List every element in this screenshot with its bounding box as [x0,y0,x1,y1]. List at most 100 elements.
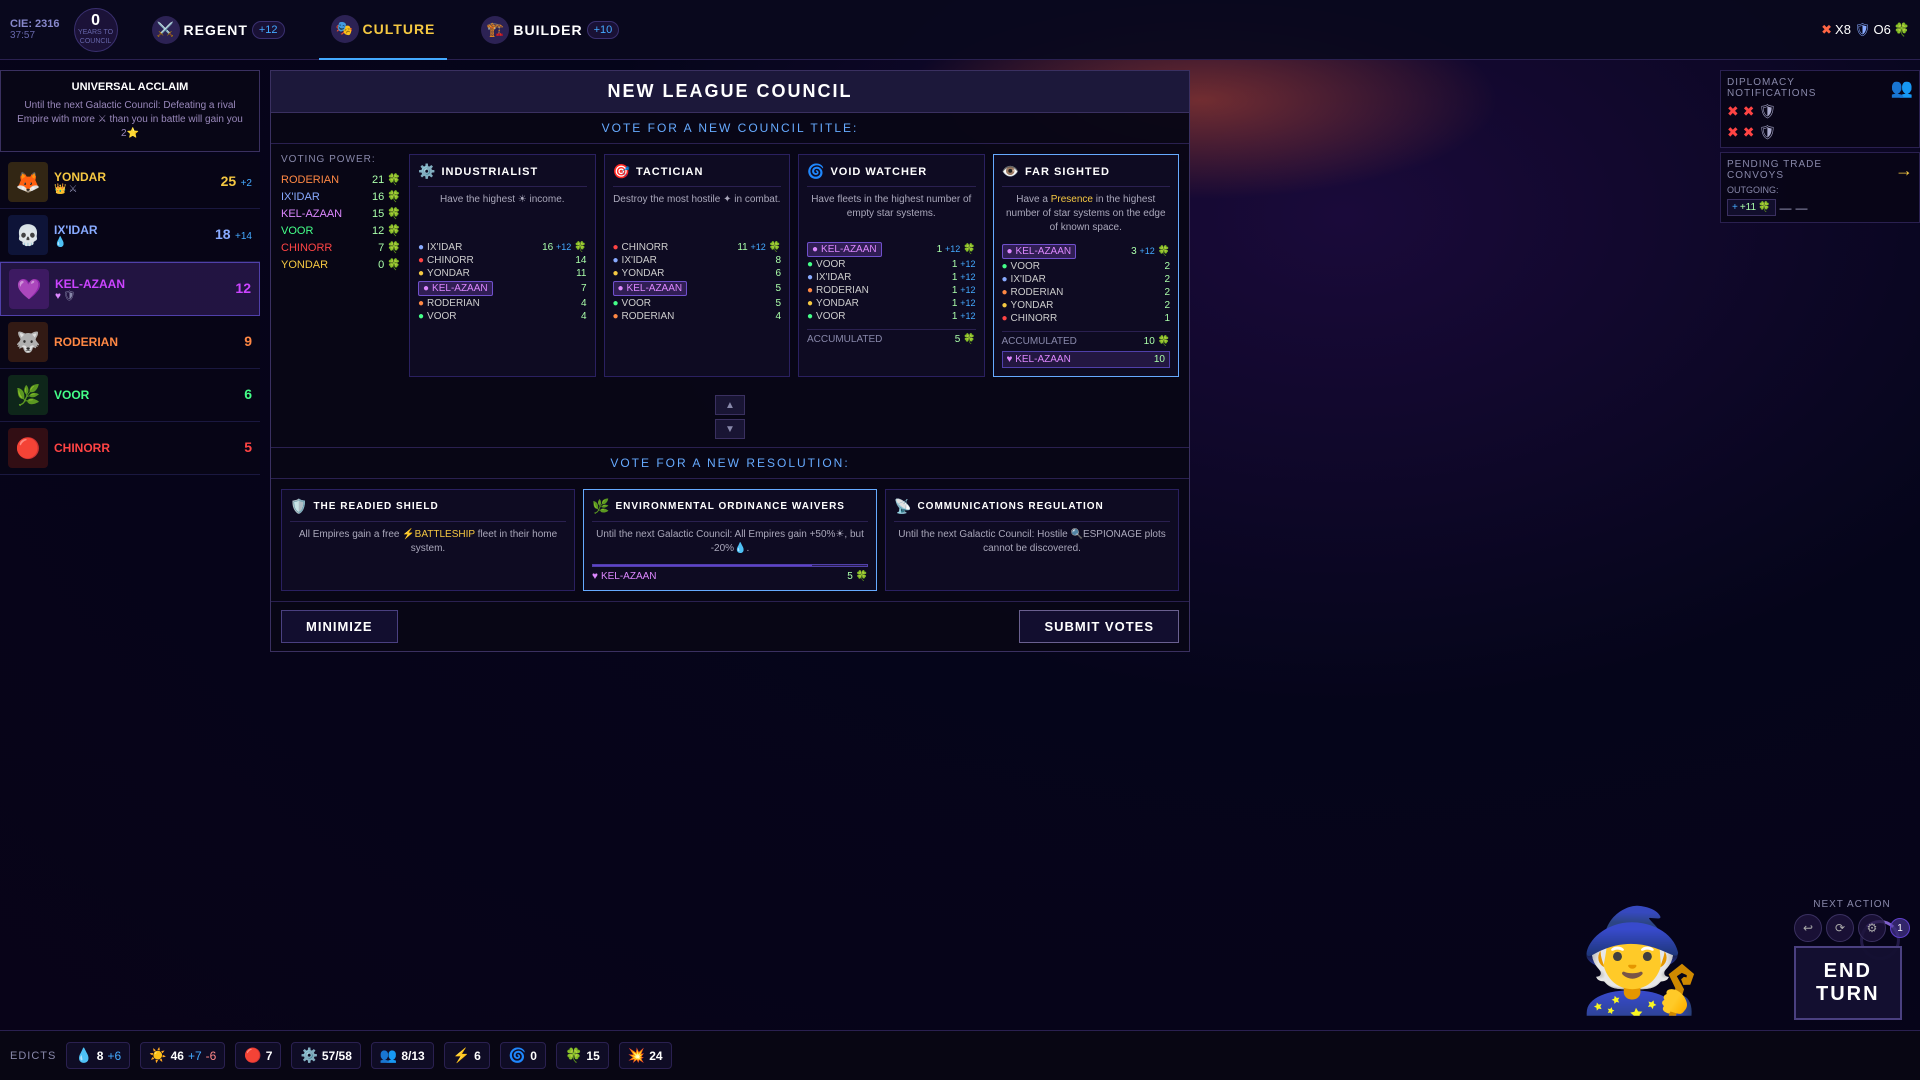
panel-title: NEW LEAGUE COUNCIL [271,71,1189,113]
fs-ixidar-val: 2 [1164,274,1170,285]
empire-item-voor[interactable]: 🌿 VOOR 6 [0,369,260,422]
ind-voor-val: 4 [581,311,587,322]
fs-kelazaan-name: ● KEL-AZAAN [1002,244,1077,259]
edicts-label: EDICTS [10,1050,56,1062]
kelazaan-name: KEL-AZAAN [55,277,229,291]
builder-bonus: +10 [587,21,620,39]
card-industrialist[interactable]: ⚙️ INDUSTRIALIST Have the highest ☀ inco… [409,154,596,377]
ind-chinorr-val: 14 [575,255,586,266]
env-vote-fill [593,565,812,566]
void-val: 0 [530,1049,537,1063]
ind-row-roderian: ● RODERIAN 4 [418,297,587,310]
card-tactician[interactable]: 🎯 TACTICIAN Destroy the most hostile ✦ i… [604,154,791,377]
fs-row-chinorr: ● CHINORR 1 [1002,312,1171,325]
res-card-readied-shield[interactable]: 🛡️ THE READIED SHIELD All Empires gain a… [281,489,575,591]
empire-item-yondar[interactable]: 🦊 YONDAR 👑 ⚔ 25 +2 [0,156,260,209]
ind-roderian-name: ● RODERIAN [418,298,480,309]
nav-builder[interactable]: 🏗️ BUILDER +10 [469,0,631,60]
character-display: 🧙 [1560,720,1720,1020]
resource-industry: ⚙️ 57/58 [291,1042,360,1069]
kelazaan-score: 12 [235,280,251,296]
diplomacy-label: DIPLOMACYNOTIFICATIONS [1727,77,1816,99]
water-val: 8 [97,1049,104,1063]
empire-item-roderian[interactable]: 🐺 RODERIAN 9 [0,316,260,369]
vw-acc-val: 5 🍀 [955,334,976,345]
tac-row-voor: ● VOOR 5 [613,297,782,310]
vp-roderian-name: RODERIAN [281,174,339,186]
chinorr-avatar: 🔴 [8,428,48,468]
chinorr-score-area: 5 [244,439,252,457]
ixidar-bonus: +14 [235,231,252,242]
tac-voor-name: ● VOOR [613,298,652,309]
nav-culture[interactable]: 🎭 CULTURE [319,0,448,60]
empire-item-kelazaan[interactable]: 💜 KEL-AZAAN ♥ 🛡 12 [0,262,260,316]
roderian-score: 9 [244,333,252,349]
res-card-env-ordinance[interactable]: 🌿 ENVIRONMENTAL ORDINANCE WAIVERS Until … [583,489,877,591]
vw-acc-label: ACCUMULATED [807,334,882,345]
tactician-desc: Destroy the most hostile ✦ in combat. [613,193,782,233]
comm-regulation-title: COMMUNICATIONS REGULATION [917,501,1103,512]
bottom-bar: EDICTS 💧 8 +6 ☀️ 46 +7 -6 🔴 7 ⚙️ 57/58 👥… [0,1030,1920,1080]
industrialist-header: ⚙️ INDUSTRIALIST [418,163,587,187]
arrow-down-btn[interactable]: ▼ [715,419,745,439]
end-turn-section: NEXT ACTION ↩ ⟳ ⚙ 1 ENDTURN [1794,899,1910,1020]
vp-yondar-val: 0 🍀 [378,258,401,271]
vp-kelazaan: KEL-AZAAN 15 🍀 [281,205,401,222]
top-shield-icon: 🛡 [1854,22,1871,38]
vp-chinorr-name: CHINORR [281,242,332,254]
nav-regent[interactable]: ⚔️ REGENT +12 [140,0,297,60]
ind-yondar-name: ● YONDAR [418,268,470,279]
card-far-sighted[interactable]: 👁️ FAR SIGHTED Have a Presence in the hi… [993,154,1180,377]
empire-item-ixidar[interactable]: 💀 IX'IDAR 💧 18 +14 [0,209,260,262]
fs-yondar-val: 2 [1164,300,1170,311]
acclaim-desc: Until the next Galactic Council: Defeati… [11,99,249,141]
card-void-watcher[interactable]: 🌀 VOID WATCHER Have fleets in the highes… [798,154,985,377]
tac-kelazaan-name: ● KEL-AZAAN [613,281,688,296]
fs-player-name: ♥ KEL-AZAAN [1007,354,1071,365]
action-btn-2[interactable]: ⟳ [1826,914,1854,942]
top-bar-left: CIE: 2316 37:57 0 YEARS TOCOUNCIL ⚔️ REG… [10,0,631,60]
industrialist-title: INDUSTRIALIST [441,166,538,178]
tac-row-roderian: ● RODERIAN 4 [613,310,782,323]
energy-val: 46 [171,1049,184,1063]
vw-roderian-name: ● RODERIAN [807,285,869,296]
dipl-shield-icon: 🛡 [1758,103,1776,120]
council-section: VOTING POWER: RODERIAN 21 🍀 IX'IDAR 16 🍀… [271,144,1189,387]
tac-chinorr-name: ● CHINORR [613,242,669,253]
ind-row-kelazaan: ● KEL-AZAAN 7 [418,280,587,297]
tac-roderian-val: 4 [775,311,781,322]
end-turn-button[interactable]: ENDTURN [1794,946,1902,1020]
power-val: 6 [474,1049,481,1063]
voting-power-column: VOTING POWER: RODERIAN 21 🍀 IX'IDAR 16 🍀… [281,154,401,377]
industrialist-rows: ● IX'IDAR 16 +12 🍀 ● CHINORR 14 ● YONDAR… [418,241,587,323]
action-btn-1[interactable]: ↩ [1794,914,1822,942]
left-sidebar: UNIVERSAL ACCLAIM Until the next Galacti… [0,70,260,475]
diplomacy-row2: ✖ ✖ 🛡 [1727,124,1913,141]
vw-voor-vals: 1 +12 [952,259,976,270]
readied-shield-icon: 🛡️ [290,498,307,515]
vw-row-roderian: ● RODERIAN 1 +12 [807,284,976,297]
submit-votes-button[interactable]: SUBMIT VOTES [1019,610,1179,643]
vp-kelazaan-name: KEL-AZAAN [281,208,342,220]
top-resource-x: ✖ X8 🛡 O6 🍀 [1821,22,1910,38]
nav-arrows: ▲ ▼ [271,387,1189,447]
vp-roderian: RODERIAN 21 🍀 [281,171,401,188]
env-voter: ♥ KEL-AZAAN 5 🍀 [592,571,868,582]
combat-val: 24 [649,1049,662,1063]
resolution-cards: 🛡️ THE READIED SHIELD All Empires gain a… [271,479,1189,601]
void-watcher-header: 🌀 VOID WATCHER [807,163,976,187]
industrialist-icon: ⚙️ [418,163,435,180]
minimize-button[interactable]: MINIMIZE [281,610,398,643]
ind-voor-name: ● VOOR [418,311,457,322]
fs-player-val: 10 [1154,354,1165,365]
yondar-icons: 👑 ⚔ [54,184,215,195]
industry-icon: ⚙️ [300,1047,317,1064]
empire-item-chinorr[interactable]: 🔴 CHINORR 5 [0,422,260,475]
tac-ixidar-name: ● IX'IDAR [613,255,657,266]
end-turn-action-icons: ↩ ⟳ ⚙ 1 [1794,914,1910,942]
arrow-up-btn[interactable]: ▲ [715,395,745,415]
action-btn-3[interactable]: ⚙ [1858,914,1886,942]
res-card-comm-regulation[interactable]: 📡 COMMUNICATIONS REGULATION Until the ne… [885,489,1179,591]
env-ordinance-header: 🌿 ENVIRONMENTAL ORDINANCE WAIVERS [592,498,868,522]
population-val: 8/13 [401,1049,424,1063]
